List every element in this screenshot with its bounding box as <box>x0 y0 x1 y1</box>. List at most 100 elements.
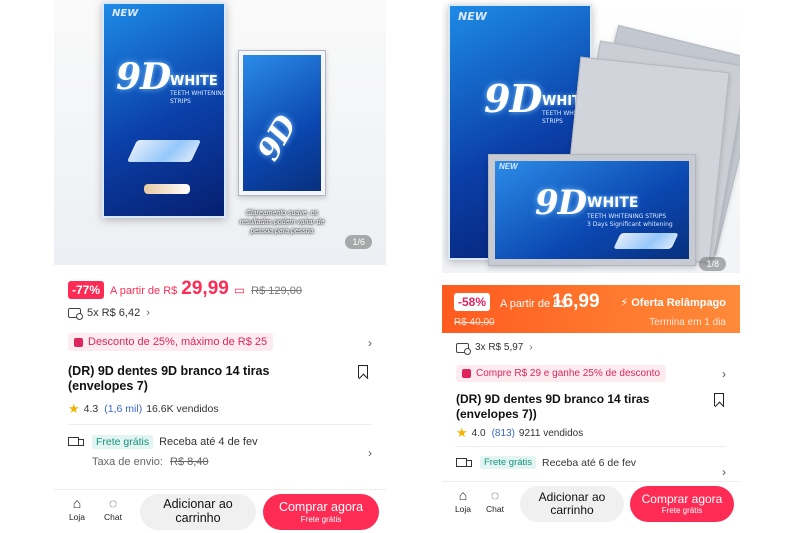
rating-count: (1,6 mil) <box>104 403 143 415</box>
add-to-cart-button[interactable]: Adicionar ao carrinho <box>140 494 256 530</box>
rating-count: (813) <box>491 427 515 439</box>
product-image[interactable]: NEW 9D WHITE TEETH WHITENING STRIPS STRI… <box>442 0 740 273</box>
coupon-banner[interactable]: Desconto de 25%, máximo de R$ 25 <box>68 333 274 351</box>
bookmark-icon[interactable] <box>714 393 724 406</box>
buy-now-label: Comprar agora <box>278 500 364 515</box>
chevron-right-icon[interactable]: › <box>368 336 372 350</box>
delivery-date: Receba até 6 de fev <box>542 456 637 469</box>
box-new-label: NEW <box>458 10 487 23</box>
add-to-cart-button[interactable]: Adicionar ao carrinho <box>520 486 624 522</box>
image-counter: 1/8 <box>699 257 726 271</box>
sold-count: 9211 vendidos <box>518 427 584 439</box>
bottom-action-bar: ⌂ Loja ◌ Chat Adicionar ao carrinho Comp… <box>54 489 386 533</box>
rating-row[interactable]: ★ 4.0 (813) 9211 vendidos <box>456 425 583 441</box>
flash-offer-label: ⚡ Oferta Relâmpago <box>620 296 726 309</box>
store-icon: ⌂ <box>458 487 468 503</box>
coupon-icon: ▭ <box>233 283 246 297</box>
star-icon: ★ <box>68 401 80 416</box>
lightning-icon: ⚡ <box>620 297 629 309</box>
image-caption: Clareamento suave, os resultados podem v… <box>239 210 325 235</box>
product-envelope: 9D <box>238 50 326 196</box>
chevron-right-icon: › <box>146 307 150 319</box>
coupon-icon <box>74 337 83 347</box>
product-envelope: NEW 9D WHITE TEETH WHITENING STRIPS 3 Da… <box>488 154 696 266</box>
price-from-label: A partir de R$ <box>110 285 178 297</box>
chat-button[interactable]: ◌ Chat <box>480 486 510 514</box>
box-sub-1: TEETH WHITENING <box>170 90 227 97</box>
shipping-fee-old: R$ 8,40 <box>170 456 209 468</box>
current-price: 16,99 <box>552 291 600 312</box>
card-icon <box>456 342 471 355</box>
chat-button[interactable]: ◌ Chat <box>98 494 128 522</box>
coupon-icon <box>462 369 471 378</box>
box-new-label: NEW <box>112 8 139 19</box>
flash-ends-text: Termina em 1 dia <box>649 317 726 328</box>
current-price: 29,99 <box>181 278 229 299</box>
truck-icon <box>68 437 84 447</box>
flash-offer-text: Oferta Relâmpago <box>631 297 726 309</box>
rating-row[interactable]: ★ 4.3 (1,6 mil) 16.6K vendidos <box>68 401 219 417</box>
shipping-fee-label: Taxa de envio: <box>92 456 163 468</box>
coupon-banner[interactable]: Compre R$ 29 e ganhe 25% de desconto <box>456 365 667 382</box>
discount-badge: -58% <box>454 293 491 311</box>
installment-row[interactable]: 5x R$ 6,42 › <box>68 307 150 320</box>
image-counter: 1/6 <box>345 235 372 249</box>
bookmark-icon[interactable] <box>358 365 368 378</box>
whitening-strip <box>613 233 679 249</box>
divider <box>68 424 372 425</box>
truck-icon <box>456 457 472 468</box>
chevron-right-icon: › <box>529 342 533 353</box>
product-title: (DR) 9D dentes 9D branco 14 tiras (envel… <box>456 392 650 421</box>
chevron-right-icon[interactable]: › <box>368 446 372 460</box>
store-label: Loja <box>68 512 86 522</box>
chevron-right-icon[interactable]: › <box>722 465 726 479</box>
coupon-text: Compre R$ 29 e ganhe 25% de desconto <box>476 368 661 379</box>
chevron-right-icon[interactable]: › <box>722 367 726 381</box>
free-shipping-tag: Frete grátis <box>92 435 154 449</box>
rating-score: 4.3 <box>83 403 99 415</box>
original-price: R$ 129,00 <box>251 285 302 297</box>
product-title: (DR) 9D dentes 9D branco 14 tiras (envel… <box>68 364 270 394</box>
flash-sale-bar: -58% A partir de R$ 16,99 R$ 40,00 ⚡ Ofe… <box>442 285 740 333</box>
chat-icon: ◌ <box>490 487 500 503</box>
buy-now-sub: Frete grátis <box>300 514 342 524</box>
store-label: Loja <box>454 504 472 514</box>
before-after-teeth <box>144 184 190 194</box>
box-brand: 9D <box>116 56 171 98</box>
bottom-action-bar: ⌂ Loja ◌ Chat Adicionar ao carrinho Comp… <box>442 481 740 533</box>
box-brand: 9D <box>484 76 542 121</box>
envelope-new-label: NEW <box>499 162 518 171</box>
discount-badge: -77% <box>68 281 105 299</box>
chat-label: Chat <box>486 504 504 514</box>
shipping-row[interactable]: Frete grátis Receba até 4 de fev <box>68 435 258 449</box>
envelope-sub-1: TEETH WHITENING STRIPS <box>587 213 667 220</box>
installment-text: 3x R$ 5,97 <box>475 342 524 353</box>
star-icon: ★ <box>456 425 468 440</box>
store-icon: ⌂ <box>72 495 82 511</box>
card-icon <box>68 308 83 320</box>
chat-label: Chat <box>104 512 122 522</box>
sold-count: 16.6K vendidos <box>146 403 219 415</box>
box-brand-white: WHITE <box>170 74 218 89</box>
store-button[interactable]: ⌂ Loja <box>62 494 92 522</box>
box-sub-2: STRIPS <box>542 118 563 125</box>
chat-icon: ◌ <box>108 495 118 511</box>
shipping-row[interactable]: Frete grátis Receba até 6 de fev <box>456 456 636 469</box>
envelope-sub-2: 3 Days Significant whitening <box>587 221 673 228</box>
product-image[interactable]: NEW 9D WHITE TEETH WHITENING STRIPS 9D C… <box>54 0 386 265</box>
box-sub-2: STRIPS <box>170 98 191 105</box>
divider <box>456 446 726 447</box>
original-price: R$ 40,00 <box>454 317 495 328</box>
buy-now-button[interactable]: Comprar agora Frete grátis <box>630 486 734 522</box>
buy-now-button[interactable]: Comprar agora Frete grátis <box>263 494 379 530</box>
envelope-brand-white: WHITE <box>587 195 639 211</box>
shipping-fee: Taxa de envio: R$ 8,40 <box>92 456 209 468</box>
rating-score: 4.0 <box>471 427 486 439</box>
installment-text: 5x R$ 6,42 <box>87 307 141 319</box>
store-button[interactable]: ⌂ Loja <box>448 486 478 514</box>
envelope-brand: 9D <box>535 183 587 223</box>
buy-now-sub: Frete grátis <box>661 506 703 516</box>
installment-row[interactable]: 3x R$ 5,97 › <box>456 342 533 355</box>
delivery-date: Receba até 4 de fev <box>159 436 258 448</box>
price-row: -77% A partir de R$ 29,99 ▭ R$ 129,00 <box>68 278 386 300</box>
